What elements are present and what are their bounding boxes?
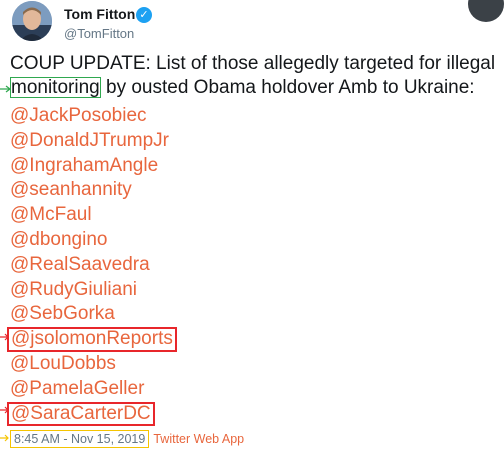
- highlighted-word: monitoring: [10, 77, 101, 98]
- mention-link[interactable]: @dbongino: [10, 228, 177, 253]
- mention-link[interactable]: @DonaldJTrumpJr: [10, 129, 177, 154]
- avatar[interactable]: [12, 1, 52, 41]
- tweet-meta: 8:45 AM - Nov 15, 2019 Twitter Web App: [10, 430, 244, 448]
- mention-link[interactable]: @IngrahamAngle: [10, 154, 177, 179]
- mention-link[interactable]: @SebGorka: [10, 302, 177, 327]
- verified-icon: ✓: [136, 7, 152, 23]
- mention-link[interactable]: @JackPosobiec: [10, 104, 177, 129]
- mention-link[interactable]: @McFaul: [10, 203, 177, 228]
- user-name[interactable]: Tom Fitton: [64, 6, 135, 22]
- user-handle[interactable]: @TomFitton: [64, 26, 134, 41]
- tweet-line-2: monitoring by ousted Obama holdover Amb …: [10, 76, 504, 100]
- tweet-client-link[interactable]: Twitter Web App: [153, 432, 244, 446]
- yellow-arrow-icon: [0, 434, 9, 442]
- mention-link[interactable]: @PamelaGeller: [10, 377, 177, 402]
- mention-link[interactable]: @RealSaavedra: [10, 253, 177, 278]
- tweet-text: COUP UPDATE: List of those allegedly tar…: [10, 52, 504, 100]
- red-arrow-icon: [0, 333, 9, 341]
- tweet-line-2-rest: by ousted Obama holdover Amb to Ukraine:: [100, 77, 475, 98]
- mention-link-highlighted[interactable]: @SaraCarterDC: [7, 401, 177, 427]
- mention-list: @JackPosobiec @DonaldJTrumpJr @IngrahamA…: [7, 104, 177, 427]
- tweet-line-1: COUP UPDATE: List of those allegedly tar…: [10, 53, 496, 74]
- mention-link-highlighted[interactable]: @jsolomonReports: [7, 327, 177, 352]
- mention-link[interactable]: @RudyGiuliani: [10, 278, 177, 303]
- corner-button[interactable]: [468, 0, 504, 22]
- tweet-timestamp[interactable]: 8:45 AM - Nov 15, 2019: [10, 430, 150, 448]
- mention-link[interactable]: @seanhannity: [10, 178, 177, 203]
- red-arrow-icon: [0, 406, 9, 414]
- green-arrow-icon: [0, 85, 11, 93]
- mention-link[interactable]: @LouDobbs: [10, 352, 177, 377]
